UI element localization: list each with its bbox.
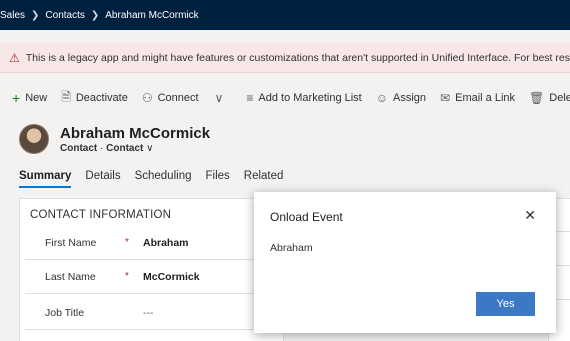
close-icon[interactable]: ✕: [524, 207, 536, 224]
people-icon: ⚇: [141, 91, 153, 105]
list-add-icon: ≡: [246, 91, 254, 105]
mail-icon: ✉: [440, 91, 451, 105]
command-bar: + New 🗎 Deactivate ⚇ Connect ∨ ≡ Add to …: [0, 84, 570, 112]
form-tabs: Summary Details Scheduling Files Related: [19, 170, 297, 188]
connect-button[interactable]: ⚇ Connect: [142, 91, 199, 105]
tab-scheduling[interactable]: Scheduling: [135, 170, 192, 188]
last-name-row[interactable]: Last Name * McCormick: [25, 260, 275, 294]
tab-details[interactable]: Details: [85, 170, 120, 188]
record-type: Contact · Contact ∨: [60, 142, 154, 154]
first-name-row[interactable]: First Name * Abraham: [25, 226, 275, 260]
breadcrumb-contacts[interactable]: Contacts: [45, 10, 84, 21]
tab-files[interactable]: Files: [205, 170, 229, 188]
last-name-field[interactable]: McCormick: [143, 271, 200, 283]
person-icon: ☺: [375, 91, 389, 105]
email-link-button[interactable]: ✉ Email a Link: [440, 91, 515, 105]
trash-icon: 🗑: [529, 91, 545, 105]
dialog-title: Onload Event: [270, 210, 343, 224]
plus-icon: +: [12, 90, 21, 106]
first-name-field[interactable]: Abraham: [143, 237, 189, 249]
banner-message: This is a legacy app and might have feat…: [25, 51, 570, 64]
field-label: Job Title: [45, 306, 85, 319]
connect-dropdown[interactable]: ∨: [215, 91, 229, 105]
form-selector[interactable]: Contact ∨: [106, 143, 153, 154]
breadcrumb-current-record: Abraham McCormick: [105, 9, 199, 21]
breadcrumb: Sales ❯ Contacts ❯ Abraham McCormick: [0, 10, 199, 21]
dialog-message: Abraham: [270, 242, 313, 254]
yes-button[interactable]: Yes: [476, 292, 535, 316]
record-title: Abraham McCormick: [60, 124, 211, 142]
job-title-row[interactable]: Job Title ---: [25, 296, 275, 330]
tab-summary[interactable]: Summary: [19, 170, 72, 188]
assign-button[interactable]: ☺ Assign: [376, 91, 426, 105]
required-indicator: *: [125, 271, 129, 282]
contact-information-section: CONTACT INFORMATION First Name * Abraham…: [19, 198, 284, 341]
deactivate-button[interactable]: 🗎 Deactivate: [61, 88, 128, 109]
add-to-marketing-list-button[interactable]: ≡ Add to Marketing List: [246, 91, 361, 105]
new-button[interactable]: + New: [12, 90, 47, 106]
chevron-right-icon: ❯: [90, 9, 100, 21]
required-indicator: *: [125, 237, 129, 248]
document-icon: 🗎: [61, 89, 71, 104]
breadcrumb-sales[interactable]: Sales: [0, 10, 25, 21]
onload-event-dialog: Onload Event ✕ Abraham Yes: [254, 192, 556, 333]
tab-related[interactable]: Related: [244, 170, 284, 188]
delete-button[interactable]: 🗑 Delete: [529, 91, 570, 105]
chevron-down-icon: ∨: [214, 91, 224, 105]
warning-icon: ⚠: [9, 50, 20, 65]
section-title: CONTACT INFORMATION: [30, 209, 172, 221]
field-label: First Name: [45, 236, 97, 249]
app-header: Sales ❯ Contacts ❯ Abraham McCormick: [0, 0, 570, 30]
job-title-field[interactable]: ---: [143, 307, 154, 319]
legacy-warning-banner: ⚠ This is a legacy app and might have fe…: [0, 43, 570, 73]
field-label: Last Name: [45, 270, 96, 283]
chevron-down-icon: ∨: [146, 142, 154, 154]
avatar: [19, 124, 49, 154]
chevron-right-icon: ❯: [31, 9, 40, 21]
record-header: Abraham McCormick Contact · Contact ∨: [19, 124, 210, 154]
